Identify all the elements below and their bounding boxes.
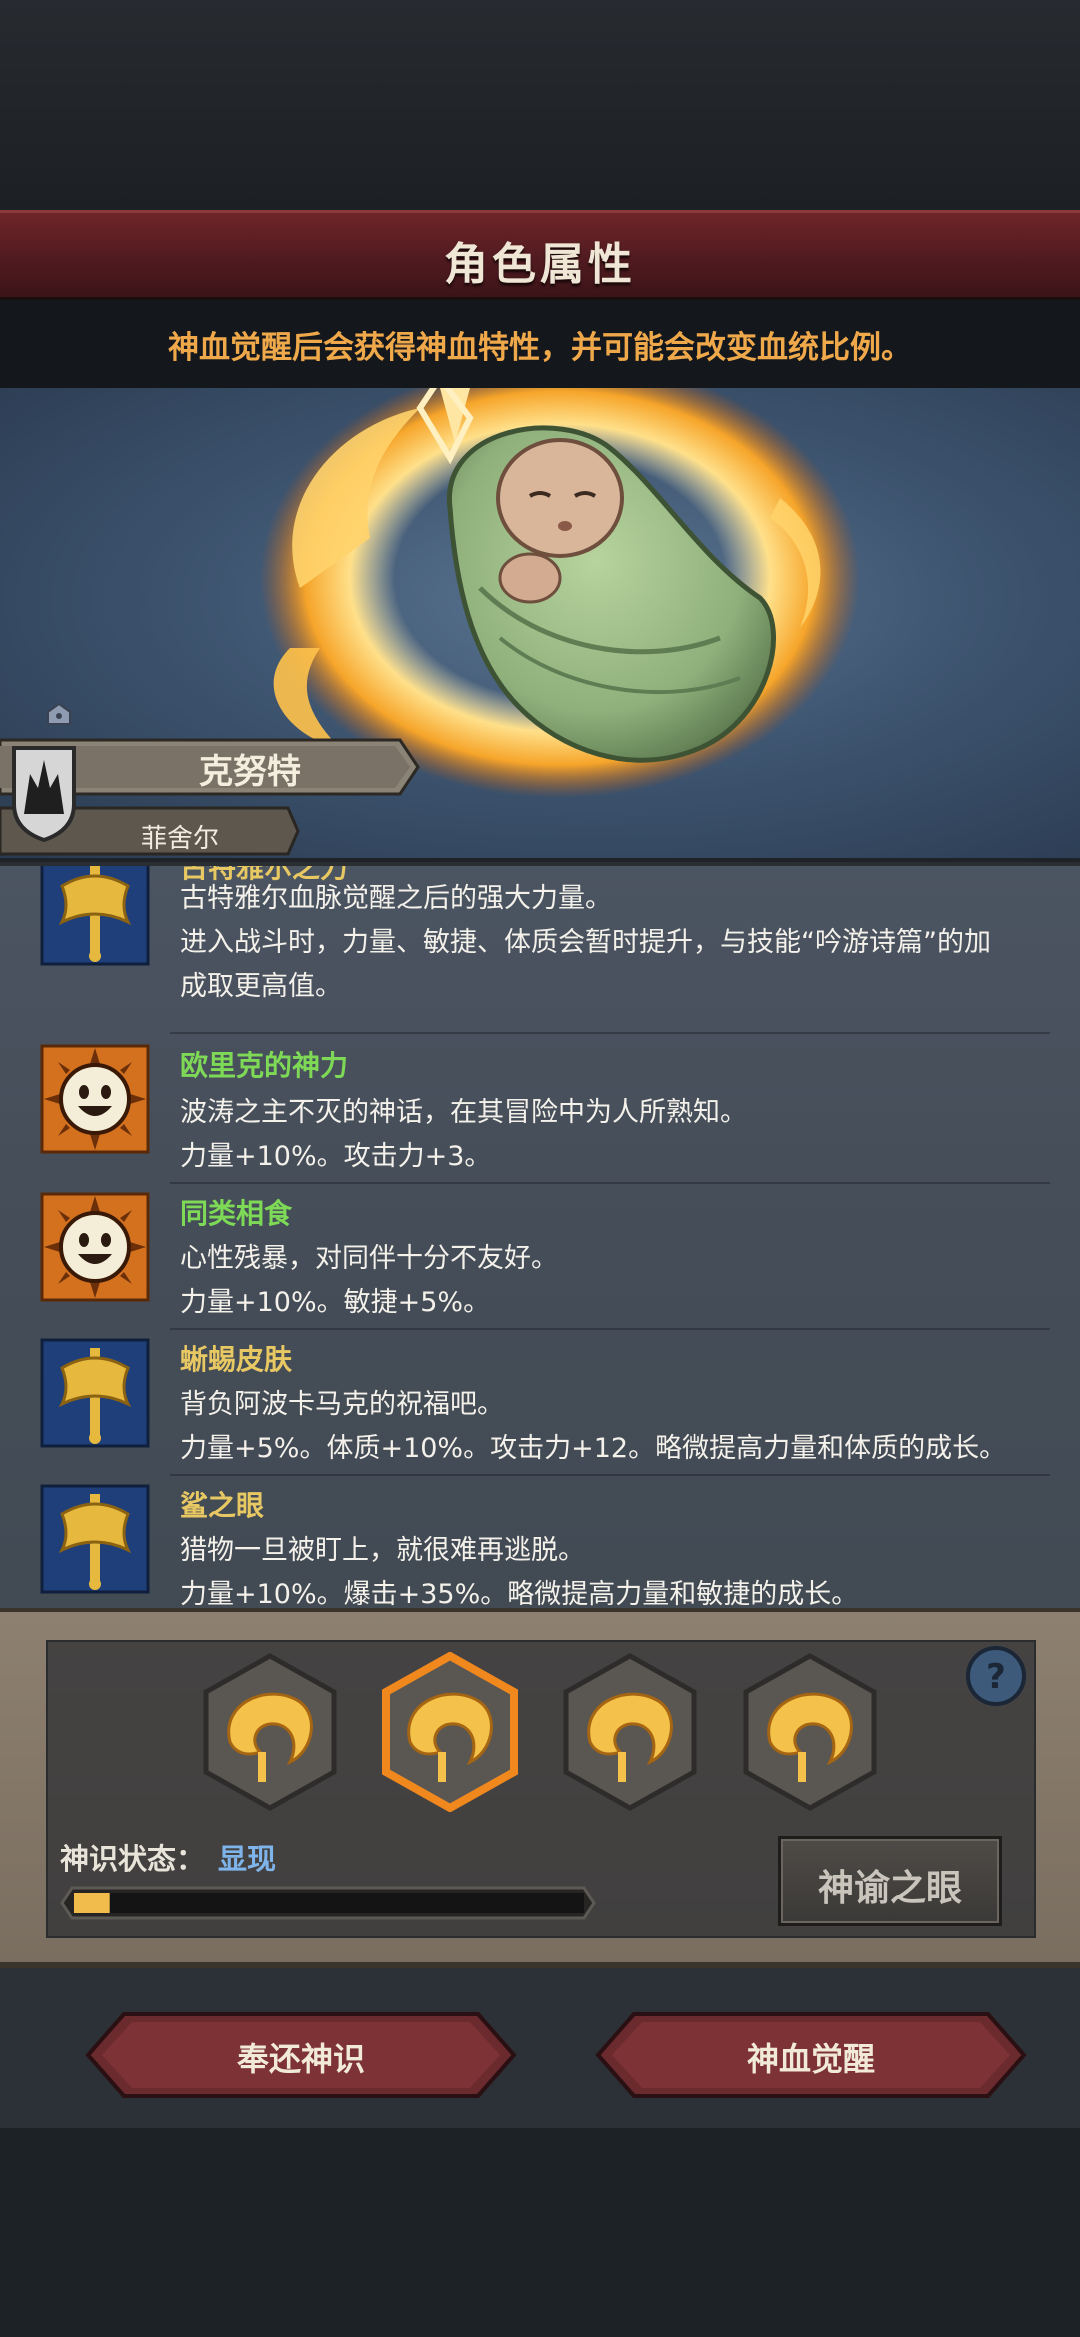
trait-name: 鲨之眼	[180, 1489, 265, 1522]
trait-description: 猎物一旦被盯上，就很难再逃脱。	[180, 1535, 585, 1566]
axe-icon	[40, 866, 150, 966]
list-item[interactable]: 古特雅尔之力 古特雅尔血脉觉醒之后的强大力量。 进入战斗时，力量、敏捷、体质会暂…	[0, 866, 1080, 1016]
return-divine-sense-button[interactable]: 奉还神识	[84, 2010, 518, 2100]
trait-description: 心性残暴，对同伴十分不友好。	[180, 1243, 558, 1274]
divine-progress-bar	[60, 1886, 596, 1920]
trait-effect: 成取更高值。	[180, 971, 342, 1002]
divider	[170, 1328, 1050, 1330]
trait-effect: 进入战斗时，力量、敏捷、体质会暂时提升，与技能“吟游诗篇”的加	[180, 927, 991, 958]
divider	[170, 1474, 1050, 1476]
character-name: 克努特	[199, 752, 301, 792]
svg-text:?: ?	[986, 1657, 1006, 1697]
smiley-sun-icon	[40, 1044, 150, 1154]
divine-slot-3[interactable]	[560, 1652, 700, 1812]
trait-description: 波涛之主不灭的神话，在其冒险中为人所熟知。	[180, 1097, 747, 1128]
character-house: 菲舍尔	[140, 824, 219, 854]
oracle-eye-label: 神谕之眼	[817, 1868, 962, 1909]
oracle-eye-button[interactable]: 神谕之眼	[778, 1836, 1002, 1926]
return-divine-sense-label: 奉还神识	[236, 2040, 365, 2078]
trait-effect: 力量+5%。体质+10%。攻击力+12。略微提高力量和体质的成长。	[180, 1433, 1007, 1464]
axe-icon	[40, 1484, 150, 1594]
smiley-sun-icon	[40, 1192, 150, 1302]
question-icon[interactable]: ?	[964, 1644, 1028, 1708]
trait-name: 同类相食	[180, 1197, 293, 1230]
top-band	[0, 0, 1080, 210]
trait-name: 蜥蜴皮肤	[180, 1343, 293, 1376]
divine-blood-awaken-label: 神血觉醒	[746, 2040, 875, 2078]
progress-fill	[74, 1893, 110, 1913]
rank-chevron-icon	[47, 702, 71, 725]
divider	[170, 1182, 1050, 1184]
hint-text: 神血觉醒后会获得神血特性，并可能会改变血统比例。	[168, 330, 912, 366]
list-item[interactable]: 蜥蜴皮肤 背负阿波卡马克的祝福吧。 力量+5%。体质+10%。攻击力+12。略微…	[0, 1338, 1080, 1478]
trait-description: 古特雅尔血脉觉醒之后的强大力量。	[180, 883, 612, 914]
trait-effect: 力量+10%。敏捷+5%。	[180, 1287, 491, 1318]
list-item[interactable]: 欧里克的神力 波涛之主不灭的神话，在其冒险中为人所熟知。 力量+10%。攻击力+…	[0, 1044, 1080, 1184]
footer-band	[0, 2128, 1080, 2337]
divine-slot-1[interactable]	[200, 1652, 340, 1812]
trait-effect: 力量+10%。攻击力+3。	[180, 1141, 492, 1172]
divine-slot-2-selected[interactable]	[380, 1652, 520, 1812]
crest-shield-icon[interactable]	[10, 744, 78, 842]
trait-effect: 力量+10%。爆击+35%。略微提高力量和敏捷的成长。	[180, 1579, 859, 1608]
divine-blood-awaken-button[interactable]: 神血觉醒	[594, 2010, 1028, 2100]
divine-status-value: 显现	[218, 1842, 277, 1876]
trait-description: 背负阿波卡马克的祝福吧。	[180, 1389, 504, 1420]
page-title: 角色属性	[444, 239, 636, 290]
list-item[interactable]: 鲨之眼 猎物一旦被盯上，就很难再逃脱。 力量+10%。爆击+35%。略微提高力量…	[0, 1484, 1080, 1608]
trait-name: 欧里克的神力	[180, 1049, 349, 1082]
traits-list[interactable]: 古特雅尔之力 古特雅尔血脉觉醒之后的强大力量。 进入战斗时，力量、敏捷、体质会暂…	[0, 862, 1080, 1608]
list-item[interactable]: 同类相食 心性残暴，对同伴十分不友好。 力量+10%。敏捷+5%。	[0, 1192, 1080, 1332]
axe-icon	[40, 1338, 150, 1448]
divine-status-label: 神识状态：	[60, 1842, 206, 1876]
divine-slot-4[interactable]	[740, 1652, 880, 1812]
divider	[170, 1032, 1050, 1034]
